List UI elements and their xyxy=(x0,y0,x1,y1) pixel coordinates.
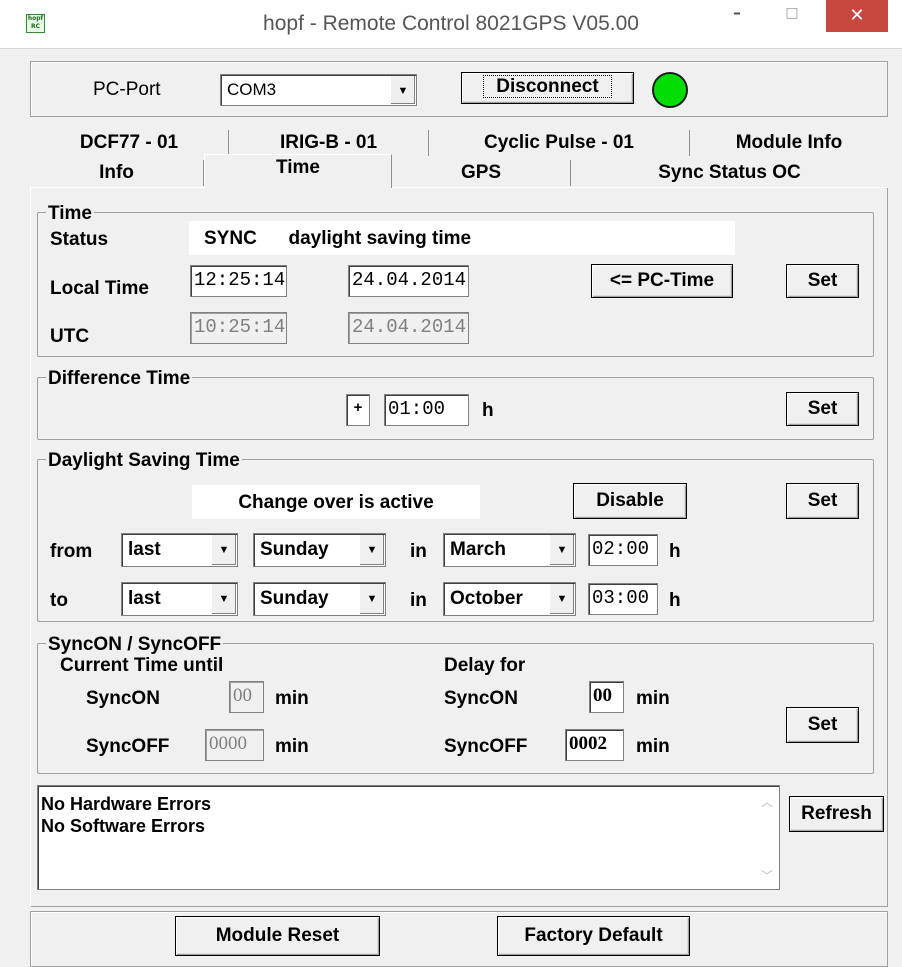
footer-panel xyxy=(30,911,888,967)
time-set-button[interactable]: Set xyxy=(786,264,859,298)
disconnect-button[interactable]: Disconnect xyxy=(461,72,634,104)
del-syncon-field[interactable]: 00 xyxy=(589,681,624,713)
port-label: PC-Port xyxy=(93,79,161,100)
title-bar: hopf RC hopf - Remote Control 8021GPS V0… xyxy=(0,0,902,49)
del-syncon-unit: min xyxy=(636,688,670,709)
difference-value-field[interactable]: 01:00 xyxy=(384,394,469,426)
to-unit: h xyxy=(669,590,681,611)
error-log-scrollbar[interactable]: ︿ ﹀ xyxy=(756,787,778,888)
cur-syncoff-label: SyncOFF xyxy=(86,736,170,757)
tab-row-1: DCF77 - 01 IRIG-B - 01 Cyclic Pulse - 01… xyxy=(30,130,888,158)
tab-module-info[interactable]: Module Info xyxy=(690,130,888,156)
disconnect-label: Disconnect xyxy=(483,75,612,98)
cur-syncoff-unit: min xyxy=(275,736,309,757)
sync-set-button[interactable]: Set xyxy=(786,707,859,743)
from-unit: h xyxy=(669,541,681,562)
cur-syncon-field: 00 xyxy=(229,681,264,713)
window-title: hopf - Remote Control 8021GPS V05.00 xyxy=(263,12,639,35)
dst-group-title: Daylight Saving Time xyxy=(46,450,242,472)
to-month-select[interactable]: October ▼ xyxy=(443,582,576,616)
utc-date-field: 24.04.2014 xyxy=(348,312,469,344)
chevron-down-icon: ▼ xyxy=(359,535,384,565)
difference-sign-field[interactable]: + xyxy=(346,394,370,426)
cur-syncon-unit: min xyxy=(275,688,309,709)
chevron-down-icon: ▼ xyxy=(549,584,574,614)
tab-gps[interactable]: GPS xyxy=(392,160,571,186)
delay-for-label: Delay for xyxy=(444,655,526,676)
local-time-field[interactable]: 12:25:14 xyxy=(190,265,287,297)
to-in-label: in xyxy=(410,590,427,611)
port-value: COM3 xyxy=(227,80,277,99)
del-syncoff-label: SyncOFF xyxy=(444,736,528,757)
to-week-value: last xyxy=(128,588,161,609)
to-week-select[interactable]: last ▼ xyxy=(121,582,238,616)
to-day-select[interactable]: Sunday ▼ xyxy=(253,582,386,616)
status-display: SYNC daylight saving time xyxy=(189,221,735,255)
port-select[interactable]: COM3 ▼ xyxy=(220,74,417,106)
status-led-icon xyxy=(652,72,688,108)
status-label: Status xyxy=(50,229,109,250)
cur-syncoff-field: 0000 xyxy=(205,729,264,761)
dst-disable-button[interactable]: Disable xyxy=(573,483,687,519)
tab-dcf77[interactable]: DCF77 - 01 xyxy=(30,130,229,156)
chevron-down-icon: ▼ xyxy=(359,584,384,614)
from-month-select[interactable]: March ▼ xyxy=(443,533,576,567)
difference-set-button[interactable]: Set xyxy=(786,392,859,426)
difference-group-title: Difference Time xyxy=(46,368,193,390)
time-group-title: Time xyxy=(46,203,95,225)
sync-group-title: SyncON / SyncOFF xyxy=(46,634,224,656)
tab-irig-b[interactable]: IRIG-B - 01 xyxy=(229,130,429,156)
tab-row-2: Info Time GPS Sync Status OC xyxy=(30,154,888,188)
error-line: No Software Errors xyxy=(41,816,206,836)
del-syncon-label: SyncON xyxy=(444,688,518,709)
current-time-label: Current Time until xyxy=(60,655,224,676)
chevron-down-icon: ▼ xyxy=(390,76,415,104)
dst-set-button[interactable]: Set xyxy=(786,483,859,519)
refresh-button[interactable]: Refresh xyxy=(789,796,884,832)
tab-sync-status-oc[interactable]: Sync Status OC xyxy=(571,160,888,186)
dst-to-label: to xyxy=(50,590,68,611)
cur-syncon-label: SyncON xyxy=(86,688,160,709)
to-day-value: Sunday xyxy=(260,588,329,609)
from-week-select[interactable]: last ▼ xyxy=(121,533,238,567)
dst-status: Change over is active xyxy=(238,492,434,513)
tab-cyclic-pulse[interactable]: Cyclic Pulse - 01 xyxy=(429,130,690,156)
local-date-field[interactable]: 24.04.2014 xyxy=(348,265,469,297)
utc-time-field: 10:25:14 xyxy=(190,312,287,344)
error-log[interactable]: No Hardware Errors No Software Errors ︿ … xyxy=(37,785,780,890)
from-week-value: last xyxy=(128,539,161,560)
chevron-down-icon: ▼ xyxy=(211,584,236,614)
scroll-up-icon[interactable]: ︿ xyxy=(756,793,778,810)
tab-time[interactable]: Time xyxy=(204,154,392,188)
dst-from-label: from xyxy=(50,541,93,562)
chevron-down-icon: ▼ xyxy=(211,535,236,565)
to-month-value: October xyxy=(450,588,523,609)
module-reset-button[interactable]: Module Reset xyxy=(175,916,380,956)
from-month-value: March xyxy=(450,539,506,560)
from-day-value: Sunday xyxy=(260,539,329,560)
close-button[interactable]: ✕ xyxy=(826,0,888,32)
from-day-select[interactable]: Sunday ▼ xyxy=(253,533,386,567)
tab-info[interactable]: Info xyxy=(30,160,204,186)
error-line: No Hardware Errors xyxy=(41,794,212,814)
factory-default-button[interactable]: Factory Default xyxy=(497,916,690,956)
scroll-down-icon[interactable]: ﹀ xyxy=(756,867,778,884)
utc-label: UTC xyxy=(50,326,90,347)
dst-status-display: Change over is active xyxy=(192,485,480,519)
from-in-label: in xyxy=(410,541,427,562)
chevron-down-icon: ▼ xyxy=(549,535,574,565)
pc-time-button[interactable]: <= PC-Time xyxy=(591,264,733,298)
del-syncoff-unit: min xyxy=(636,736,670,757)
maximize-button[interactable]: □ xyxy=(772,0,812,29)
local-time-label: Local Time xyxy=(50,278,149,299)
from-time-field[interactable]: 02:00 xyxy=(588,534,658,566)
difference-unit: h xyxy=(482,400,494,421)
del-syncoff-field[interactable]: 0002 xyxy=(565,729,624,761)
minimize-button[interactable]: – xyxy=(717,0,757,29)
to-time-field[interactable]: 03:00 xyxy=(588,583,658,615)
status-value: SYNC daylight saving time xyxy=(204,228,472,249)
